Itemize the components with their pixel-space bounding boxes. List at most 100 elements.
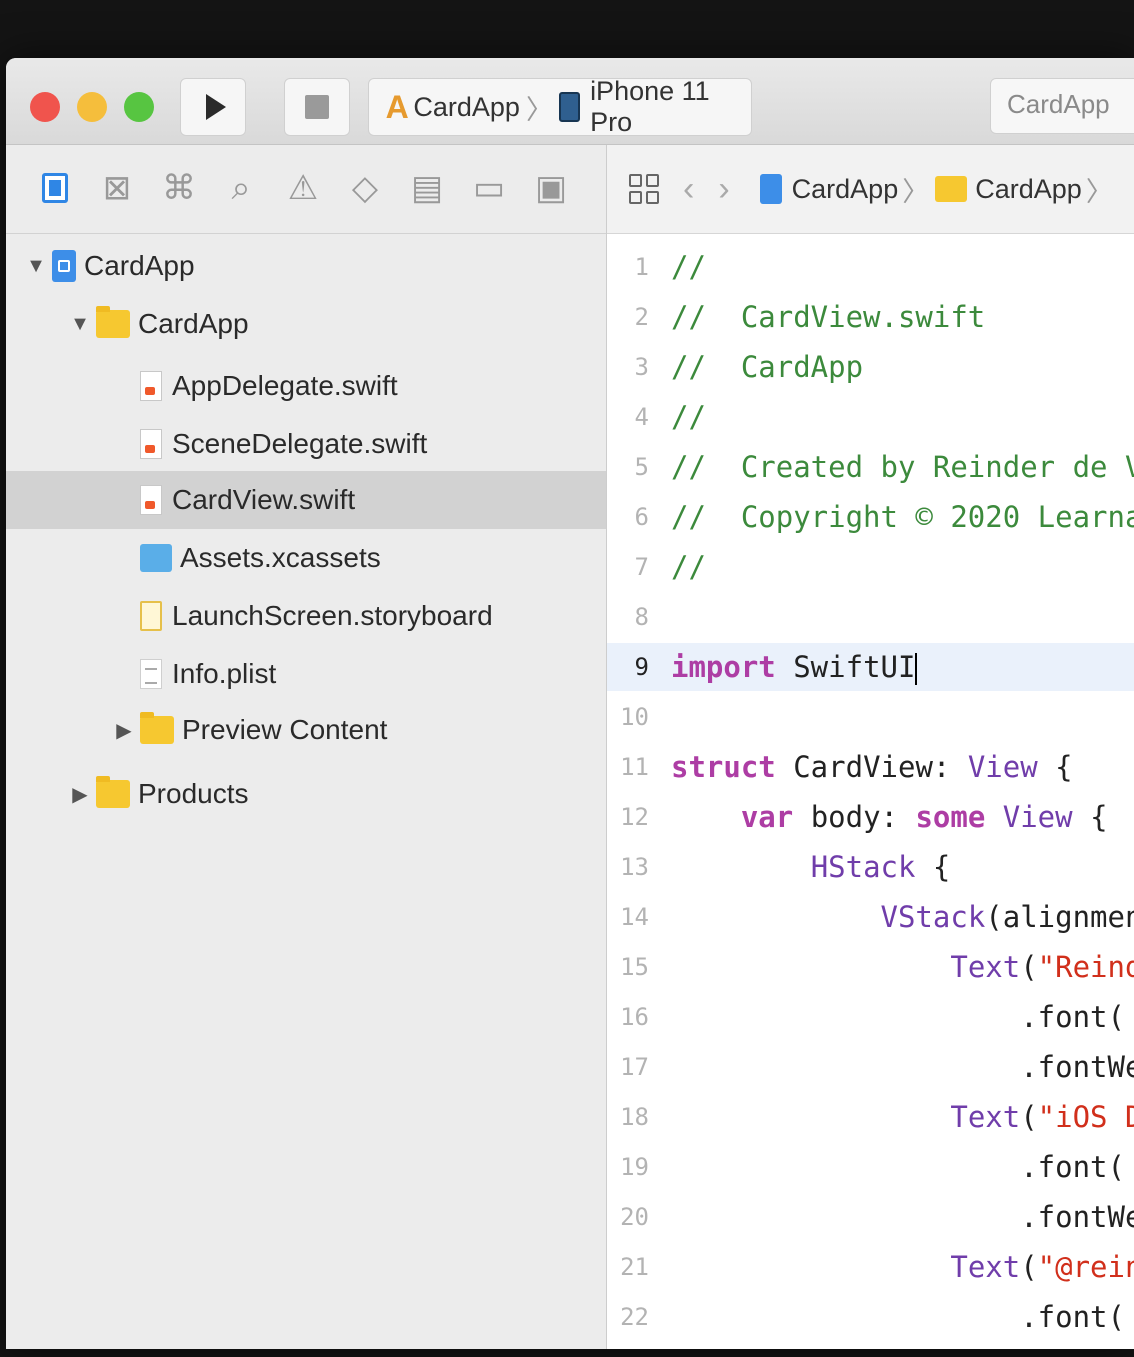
code-text: var body: some View { bbox=[671, 800, 1108, 834]
app-scheme-icon: A bbox=[385, 89, 409, 125]
code-line[interactable]: 5 // Created by Reinder de V bbox=[607, 443, 1134, 491]
line-number: 4 bbox=[634, 403, 649, 431]
code-text: Text("iOS D bbox=[671, 1100, 1134, 1134]
symbol-navigator-tab[interactable]: ⌘ bbox=[158, 167, 200, 209]
xcode-window: A CardApp 〉 iPhone 11 Pro CardApp ⊠ ⌘ ⌕ ⚠ ◇ ▤… bbox=[6, 58, 1134, 1349]
code-line[interactable]: 7 // bbox=[607, 543, 1134, 591]
tree-item[interactable]: LaunchScreen.storyboard bbox=[6, 587, 606, 645]
code-token: // CardApp bbox=[671, 350, 864, 384]
run-button[interactable] bbox=[180, 78, 246, 136]
folder-icon bbox=[42, 173, 68, 203]
code-line[interactable]: 20 .fontWe bbox=[607, 1193, 1134, 1241]
disclosure-closed-icon[interactable]: ▶ bbox=[70, 782, 90, 807]
code-line[interactable]: 4 // bbox=[607, 393, 1134, 441]
disclosure-open-icon[interactable]: ▼ bbox=[70, 313, 90, 336]
test-navigator-tab[interactable]: ◇ bbox=[344, 167, 386, 209]
code-line[interactable]: 19 .font( bbox=[607, 1143, 1134, 1191]
code-line[interactable]: 15 Text("Reind bbox=[607, 943, 1134, 991]
code-text: // CardApp bbox=[671, 350, 863, 384]
find-navigator-tab[interactable]: ⌕ bbox=[220, 167, 262, 209]
line-number: 14 bbox=[620, 903, 649, 931]
code-token: "iOS D bbox=[1037, 1100, 1134, 1134]
report-navigator-tab[interactable]: ▣ bbox=[530, 167, 572, 209]
folder-icon bbox=[140, 712, 174, 744]
code-line[interactable]: 22 .font( bbox=[607, 1293, 1134, 1341]
tree-item[interactable]: ▶ Preview Content bbox=[6, 701, 606, 759]
code-line[interactable]: 8 bbox=[607, 593, 1134, 641]
code-text: .font( bbox=[671, 1150, 1125, 1184]
code-line[interactable]: 17 .fontWe bbox=[607, 1043, 1134, 1091]
tree-item-label: Products bbox=[138, 778, 249, 809]
tree-item[interactable]: ▼ CardApp bbox=[6, 237, 606, 295]
stop-button[interactable] bbox=[284, 78, 350, 136]
code-token: // Copyright © 2020 Learna bbox=[671, 500, 1134, 534]
tree-item[interactable]: AppDelegate.swift bbox=[6, 357, 606, 415]
code-text: Text("@rein bbox=[671, 1250, 1134, 1284]
breakpoint-navigator-tab[interactable]: ▭ bbox=[468, 167, 510, 209]
code-text: HStack { bbox=[671, 850, 951, 884]
code-line[interactable]: 10 bbox=[607, 693, 1134, 741]
code-line[interactable]: 9 import SwiftUI bbox=[607, 643, 1134, 691]
code-area[interactable]: 1 // 2 // CardView.swift 3 // CardApp 4 // 5 // C… bbox=[607, 237, 1134, 1349]
code-line[interactable]: 1 // bbox=[607, 243, 1134, 291]
tree-item[interactable]: ▼ CardApp bbox=[6, 295, 606, 353]
zoom-window-button[interactable] bbox=[124, 92, 154, 122]
code-token: Text bbox=[950, 950, 1021, 984]
gauge-icon: ▤ bbox=[410, 169, 444, 207]
line-number: 15 bbox=[620, 953, 649, 981]
code-line[interactable]: 12 var body: some View { bbox=[607, 793, 1134, 841]
code-line[interactable]: 6 // Copyright © 2020 Learna bbox=[607, 493, 1134, 541]
source-control-tab[interactable]: ⊠ bbox=[96, 167, 138, 209]
project-navigator-tab[interactable] bbox=[34, 167, 76, 209]
tree-item[interactable]: Assets.xcassets bbox=[6, 529, 606, 587]
tree-item-label: AppDelegate.swift bbox=[172, 370, 398, 401]
code-text: // Created by Reinder de V bbox=[671, 450, 1134, 484]
tree-item[interactable]: SceneDelegate.swift bbox=[6, 415, 606, 473]
code-line[interactable]: 21 Text("@rein bbox=[607, 1243, 1134, 1291]
project-navigator: ⊠ ⌘ ⌕ ⚠ ◇ ▤ ▭ ▣ ▼ CardApp ▼ CardApp AppDelegate.swi… bbox=[6, 145, 607, 1349]
code-line[interactable]: 18 Text("iOS D bbox=[607, 1093, 1134, 1141]
debug-navigator-tab[interactable]: ▤ bbox=[406, 167, 448, 209]
code-text: Text("Reind bbox=[671, 950, 1134, 984]
close-window-button[interactable] bbox=[30, 92, 60, 122]
tree-item-label: CardApp bbox=[138, 308, 249, 339]
line-number: 2 bbox=[634, 303, 649, 331]
forward-arrow-icon[interactable]: › bbox=[718, 170, 729, 209]
breadcrumb-folder[interactable]: CardApp bbox=[975, 174, 1082, 205]
project-icon bbox=[52, 250, 76, 282]
chevron-right-icon: 〉 bbox=[902, 176, 930, 207]
disclosure-open-icon[interactable]: ▼ bbox=[26, 255, 46, 278]
scheme-selector[interactable]: A CardApp 〉 iPhone 11 Pro bbox=[368, 76, 752, 137]
swift-file-icon bbox=[140, 485, 162, 515]
code-text: struct CardView: View { bbox=[671, 750, 1073, 784]
code-token: HStack bbox=[810, 850, 916, 884]
tree-item-label: CardView.swift bbox=[172, 484, 356, 515]
tree-item[interactable]: Info.plist bbox=[6, 645, 606, 703]
code-token: // Created by Reinder de V bbox=[671, 450, 1134, 484]
tree-item[interactable]: CardView.swift bbox=[6, 471, 606, 529]
minimize-window-button[interactable] bbox=[77, 92, 107, 122]
related-items-grid-icon[interactable] bbox=[629, 174, 659, 204]
code-line[interactable]: 11 struct CardView: View { bbox=[607, 743, 1134, 791]
code-line[interactable]: 2 // CardView.swift bbox=[607, 293, 1134, 341]
code-token: "@rein bbox=[1037, 1250, 1134, 1284]
code-line[interactable]: 16 .font( bbox=[607, 993, 1134, 1041]
disclosure-closed-icon[interactable]: ▶ bbox=[114, 718, 134, 743]
tree-item[interactable]: ▶ Products bbox=[6, 765, 606, 823]
breadcrumb-project[interactable]: CardApp bbox=[792, 174, 899, 205]
tree-item-label: SceneDelegate.swift bbox=[172, 428, 428, 459]
code-token: VStack bbox=[880, 900, 986, 934]
text-cursor bbox=[915, 652, 918, 685]
code-line[interactable]: 14 VStack(alignmen bbox=[607, 893, 1134, 941]
issue-navigator-tab[interactable]: ⚠ bbox=[282, 167, 324, 209]
back-arrow-icon[interactable]: ‹ bbox=[683, 170, 694, 209]
code-token: body: bbox=[793, 800, 916, 834]
code-line[interactable]: 13 HStack { bbox=[607, 843, 1134, 891]
line-number: 3 bbox=[634, 353, 649, 381]
code-token: { bbox=[1072, 800, 1108, 834]
code-line[interactable]: 3 // CardApp bbox=[607, 343, 1134, 391]
